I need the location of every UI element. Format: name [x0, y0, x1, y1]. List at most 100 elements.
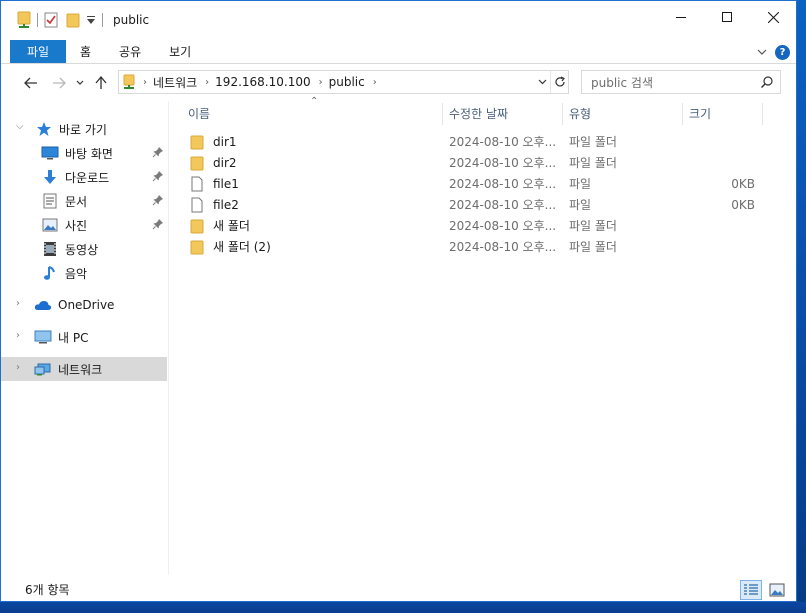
expand-ribbon-icon[interactable]: [757, 45, 767, 59]
pin-icon[interactable]: [152, 146, 164, 161]
sidebar-item-label: 바로 가기: [59, 122, 107, 137]
table-row[interactable]: file2 2024-08-10 오후... 파일 0KB: [185, 194, 785, 215]
column-divider[interactable]: [762, 103, 763, 125]
folder-icon: [189, 155, 205, 171]
details-view-icon[interactable]: [740, 580, 762, 600]
chevron-right-icon[interactable]: ›: [143, 77, 147, 88]
pin-icon[interactable]: [152, 170, 164, 185]
explorer-window: public 파일 홈 공유 보기 ? › 네트워크 › 192.168.10.…: [0, 0, 797, 602]
search-icon[interactable]: [760, 75, 774, 92]
sidebar-item-this-pc[interactable]: › 내 PC: [1, 325, 167, 349]
sidebar-item-label: 사진: [65, 218, 88, 233]
file-type: 파일: [569, 198, 592, 212]
forward-button[interactable]: [45, 69, 73, 97]
file-date: 2024-08-10 오후...: [449, 156, 557, 170]
file-name: 새 폴더 (2): [213, 240, 271, 254]
sidebar-item-label: 동영상: [65, 242, 99, 257]
column-divider[interactable]: [682, 103, 683, 125]
column-divider[interactable]: [442, 103, 443, 125]
sidebar-item-label: 내 PC: [58, 330, 89, 345]
title-separator: [102, 13, 103, 27]
cloud-icon: [34, 297, 52, 313]
new-folder-icon[interactable]: [66, 9, 80, 31]
file-date: 2024-08-10 오후...: [449, 135, 557, 149]
sidebar-item-documents[interactable]: 문서: [1, 189, 167, 213]
large-icons-view-icon[interactable]: [766, 580, 788, 600]
address-actions: [534, 71, 568, 93]
table-row[interactable]: dir2 2024-08-10 오후... 파일 폴더: [185, 152, 785, 173]
breadcrumb-public[interactable]: public: [329, 75, 365, 89]
properties-icon[interactable]: [44, 9, 58, 31]
chevron-down-icon[interactable]: ⌵: [16, 121, 24, 132]
table-row[interactable]: 새 폴더 2024-08-10 오후... 파일 폴더: [185, 215, 785, 236]
file-name: 새 폴더: [213, 219, 250, 233]
recent-locations-button[interactable]: [73, 69, 87, 97]
column-header-name[interactable]: 이름: [188, 101, 440, 125]
chevron-right-icon[interactable]: ›: [16, 298, 20, 309]
navigation-pane: ⌵ 바로 가기 바탕 화면 다운로드 문서 사진 동영상 음악 › OneDri…: [1, 101, 169, 575]
navigation-bar: › 네트워크 › 192.168.10.100 › public › publi…: [1, 65, 796, 101]
file-date: 2024-08-10 오후...: [449, 219, 557, 233]
address-bar[interactable]: › 네트워크 › 192.168.10.100 › public ›: [118, 70, 569, 94]
minimize-button[interactable]: [658, 1, 704, 33]
sidebar-item-desktop[interactable]: 바탕 화면: [1, 141, 167, 165]
file-name: dir2: [213, 155, 237, 170]
ribbon-tabs: 파일 홈 공유 보기 ?: [1, 40, 796, 64]
file-name: file2: [213, 197, 239, 212]
sidebar-item-network[interactable]: › 네트워크: [1, 357, 167, 381]
file-date: 2024-08-10 오후...: [449, 177, 557, 191]
column-divider[interactable]: [562, 103, 563, 125]
refresh-icon[interactable]: [550, 71, 568, 93]
breadcrumb-network[interactable]: 네트워크: [153, 74, 197, 91]
column-header-size[interactable]: 크기: [689, 101, 759, 125]
item-count: 6개 항목: [25, 583, 70, 597]
network-icon: [34, 361, 52, 377]
sidebar-item-quick-access[interactable]: ⌵ 바로 가기: [1, 117, 167, 141]
tab-file[interactable]: 파일: [10, 40, 66, 63]
file-date: 2024-08-10 오후...: [449, 198, 557, 212]
back-button[interactable]: [17, 69, 45, 97]
sidebar-item-label: 문서: [65, 194, 88, 209]
sidebar-item-onedrive[interactable]: › OneDrive: [1, 293, 167, 317]
maximize-button[interactable]: [704, 1, 750, 33]
up-button[interactable]: [87, 69, 115, 97]
tab-share[interactable]: 공유: [105, 40, 155, 63]
pin-icon[interactable]: [152, 218, 164, 233]
network-folder-icon[interactable]: [17, 9, 31, 31]
column-header-type[interactable]: 유형: [569, 101, 679, 125]
sidebar-item-pictures[interactable]: 사진: [1, 213, 167, 237]
tab-view[interactable]: 보기: [155, 40, 205, 63]
customize-toolbar-icon[interactable]: [86, 9, 96, 31]
table-row[interactable]: dir1 2024-08-10 오후... 파일 폴더: [185, 131, 785, 152]
sidebar-item-label: 네트워크: [58, 362, 103, 377]
quick-access-toolbar: public: [1, 1, 149, 39]
file-list: ⌃ 이름 수정한 날짜 유형 크기 dir1 2024-08-10 오후... …: [171, 96, 797, 575]
search-input[interactable]: public 검색: [591, 74, 653, 91]
chevron-right-icon[interactable]: ›: [16, 362, 20, 373]
table-row[interactable]: 새 폴더 (2) 2024-08-10 오후... 파일 폴더: [185, 236, 785, 257]
chevron-right-icon[interactable]: ›: [205, 77, 209, 88]
network-location-icon: [123, 74, 135, 90]
desktop-background: [796, 0, 806, 613]
chevron-right-icon[interactable]: ›: [373, 77, 377, 88]
tab-home[interactable]: 홈: [66, 40, 105, 63]
chevron-right-icon[interactable]: ›: [16, 330, 20, 341]
breadcrumb-host[interactable]: 192.168.10.100: [215, 75, 310, 89]
sidebar-item-downloads[interactable]: 다운로드: [1, 165, 167, 189]
sidebar-item-label: 음악: [65, 266, 88, 281]
table-row[interactable]: file1 2024-08-10 오후... 파일 0KB: [185, 173, 785, 194]
pin-icon[interactable]: [152, 194, 164, 209]
file-date: 2024-08-10 오후...: [449, 240, 557, 254]
help-icon[interactable]: ?: [775, 44, 790, 60]
sidebar-item-music[interactable]: 음악: [1, 261, 167, 285]
file-icon: [189, 176, 205, 192]
chevron-right-icon[interactable]: ›: [319, 77, 323, 88]
search-box[interactable]: public 검색: [581, 70, 781, 94]
sidebar-item-videos[interactable]: 동영상: [1, 237, 167, 261]
title-bar: public: [1, 1, 796, 39]
close-button[interactable]: [750, 1, 796, 33]
address-history-dropdown[interactable]: [534, 71, 550, 93]
sidebar-item-label: 바탕 화면: [65, 146, 113, 161]
file-name: file1: [213, 176, 239, 191]
column-header-date[interactable]: 수정한 날짜: [449, 101, 561, 125]
